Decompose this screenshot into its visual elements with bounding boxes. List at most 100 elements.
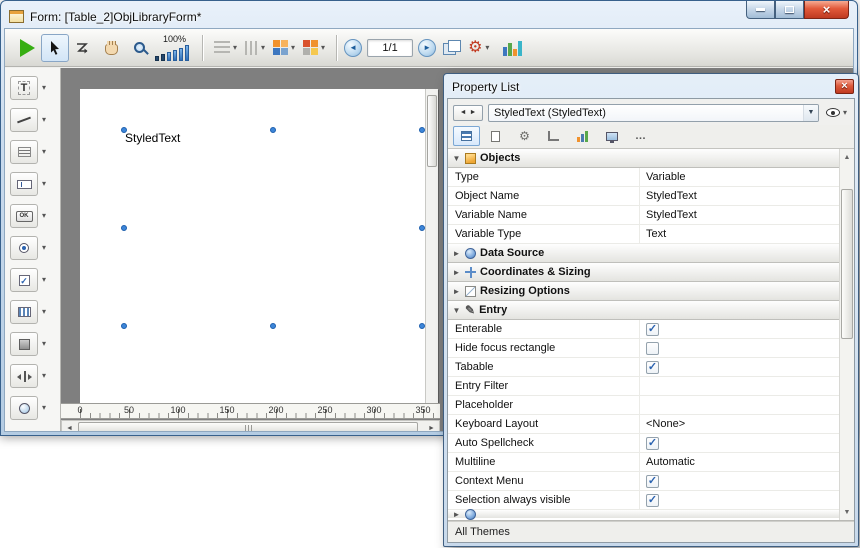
- tab-property-list[interactable]: [453, 126, 480, 146]
- view-options-button[interactable]: ▾: [824, 108, 849, 117]
- tab-coordinates[interactable]: [540, 126, 567, 146]
- object-nav-buttons[interactable]: ◄ ►: [453, 105, 483, 121]
- selection-handle[interactable]: [270, 127, 276, 133]
- form-vertical-scrollbar[interactable]: [425, 89, 438, 403]
- checkbox[interactable]: ✓: [646, 475, 659, 488]
- zoom-tool-button[interactable]: [125, 34, 153, 62]
- property-value[interactable]: [640, 377, 839, 395]
- line-tool-button[interactable]: [10, 108, 38, 132]
- zoom-widget[interactable]: 100%: [155, 35, 189, 61]
- splitter-tool-dropdown[interactable]: ▾: [42, 372, 46, 380]
- group-dropdown-button[interactable]: ▾: [299, 40, 329, 55]
- rectangle-tool-dropdown[interactable]: ▾: [42, 340, 46, 348]
- scroll-right-arrow[interactable]: ►: [424, 421, 439, 432]
- tab-display[interactable]: [598, 126, 625, 146]
- minimize-button[interactable]: [746, 1, 775, 19]
- property-value[interactable]: Text: [640, 225, 839, 243]
- radio-button-tool-icon: [19, 243, 29, 253]
- button-tool-dropdown[interactable]: ▾: [42, 212, 46, 220]
- selected-object[interactable]: StyledText: [125, 131, 180, 145]
- entry-order-tool-button[interactable]: [69, 34, 97, 62]
- property-value[interactable]: [640, 396, 839, 414]
- line-tool-dropdown[interactable]: ▾: [42, 116, 46, 124]
- section-partial[interactable]: ►: [448, 510, 839, 518]
- close-button[interactable]: ×: [804, 1, 849, 19]
- pan-tool-button[interactable]: [97, 34, 125, 62]
- splitter-tool-button[interactable]: [10, 364, 38, 388]
- settings-dropdown-button[interactable]: ⚙ ▾: [464, 40, 493, 56]
- align-dropdown-button[interactable]: ▾: [210, 41, 241, 54]
- checkbox[interactable]: ✓: [646, 437, 659, 450]
- scrollbar-thumb[interactable]: [841, 189, 853, 339]
- group-box-tool-button[interactable]: [10, 140, 38, 164]
- checkbox[interactable]: ✓: [646, 323, 659, 336]
- scroll-down-arrow[interactable]: ▼: [840, 505, 854, 519]
- checkbox-tool-button[interactable]: ✓: [10, 268, 38, 292]
- section-entry[interactable]: ▼ ✎ Entry: [448, 301, 839, 320]
- canvas-horizontal-scrollbar[interactable]: ◄ ►: [61, 420, 440, 432]
- tab-chart[interactable]: [569, 126, 596, 146]
- input-field-tool-button[interactable]: [10, 172, 38, 196]
- text-tool-dropdown[interactable]: ▾: [42, 84, 46, 92]
- property-value[interactable]: Automatic: [640, 453, 839, 471]
- play-icon: [20, 39, 35, 57]
- text-tool-button[interactable]: T: [10, 76, 38, 100]
- property-value[interactable]: Variable: [640, 168, 839, 186]
- select-tool-button[interactable]: [41, 34, 69, 62]
- expand-arrow-icon: ►: [452, 510, 461, 519]
- property-value[interactable]: StyledText: [640, 206, 839, 224]
- property-label: Variable Type: [448, 225, 640, 243]
- section-objects[interactable]: ▼ Objects: [448, 149, 839, 168]
- object-selector-dropdown[interactable]: StyledText (StyledText) ▼: [488, 104, 819, 122]
- property-list-close-button[interactable]: ×: [835, 79, 854, 94]
- level-dropdown-button[interactable]: ▾: [269, 40, 299, 55]
- property-value[interactable]: <None>: [640, 415, 839, 433]
- text-tool-icon: T: [18, 81, 31, 95]
- radio-button-tool-button[interactable]: [10, 236, 38, 260]
- selection-handle[interactable]: [121, 225, 127, 231]
- input-field-tool-dropdown[interactable]: ▾: [42, 180, 46, 188]
- checkbox[interactable]: ✓: [646, 494, 659, 507]
- expand-arrow-icon: ►: [452, 249, 461, 258]
- selection-handle[interactable]: [121, 127, 127, 133]
- button-tool-button[interactable]: OK: [10, 204, 38, 228]
- section-resizing-options[interactable]: ► Resizing Options: [448, 282, 839, 301]
- chart-wizard-button[interactable]: [503, 40, 522, 56]
- checkbox[interactable]: [646, 342, 659, 355]
- zoom-bars-icon[interactable]: [155, 45, 189, 61]
- checkbox[interactable]: ✓: [646, 361, 659, 374]
- scroll-up-arrow[interactable]: ▲: [840, 150, 854, 164]
- display-options-button[interactable]: [436, 34, 464, 62]
- group-box-tool-dropdown[interactable]: ▾: [42, 148, 46, 156]
- themes-footer[interactable]: All Themes: [448, 521, 854, 542]
- scroll-left-arrow[interactable]: ◄: [62, 421, 77, 432]
- section-data-source[interactable]: ► Data Source: [448, 244, 839, 263]
- main-titlebar[interactable]: Form: [Table_2]ObjLibraryForm*: [1, 1, 857, 28]
- property-value[interactable]: StyledText: [640, 187, 839, 205]
- rectangle-tool-button[interactable]: [10, 332, 38, 356]
- listbox-tool-dropdown[interactable]: ▾: [42, 308, 46, 316]
- form-page[interactable]: StyledText: [80, 89, 438, 403]
- page-indicator[interactable]: 1/1: [367, 39, 413, 57]
- property-grid-scrollbar[interactable]: ▲ ▼: [839, 149, 854, 520]
- tab-more[interactable]: …: [627, 126, 654, 146]
- checkbox-tool-dropdown[interactable]: ▾: [42, 276, 46, 284]
- scrollbar-thumb[interactable]: [78, 422, 418, 432]
- selection-handle[interactable]: [121, 323, 127, 329]
- radio-button-tool-dropdown[interactable]: ▾: [42, 244, 46, 252]
- property-list-titlebar[interactable]: Property List ×: [444, 74, 858, 96]
- selection-handle[interactable]: [270, 323, 276, 329]
- listbox-tool-button[interactable]: [10, 300, 38, 324]
- tab-control-tool-dropdown[interactable]: ▾: [42, 404, 46, 412]
- tab-settings[interactable]: ⚙: [511, 126, 538, 146]
- distribute-dropdown-button[interactable]: ▾: [241, 41, 269, 55]
- maximize-button[interactable]: [775, 1, 804, 19]
- property-row: Placeholder: [448, 396, 839, 415]
- run-form-button[interactable]: [13, 34, 41, 62]
- scrollbar-thumb[interactable]: [427, 95, 437, 167]
- tab-control-tool-button[interactable]: [10, 396, 38, 420]
- next-page-button[interactable]: ►: [418, 39, 436, 57]
- section-coordinates-sizing[interactable]: ► Coordinates & Sizing: [448, 263, 839, 282]
- previous-page-button[interactable]: ◄: [344, 39, 362, 57]
- tab-form[interactable]: [482, 126, 509, 146]
